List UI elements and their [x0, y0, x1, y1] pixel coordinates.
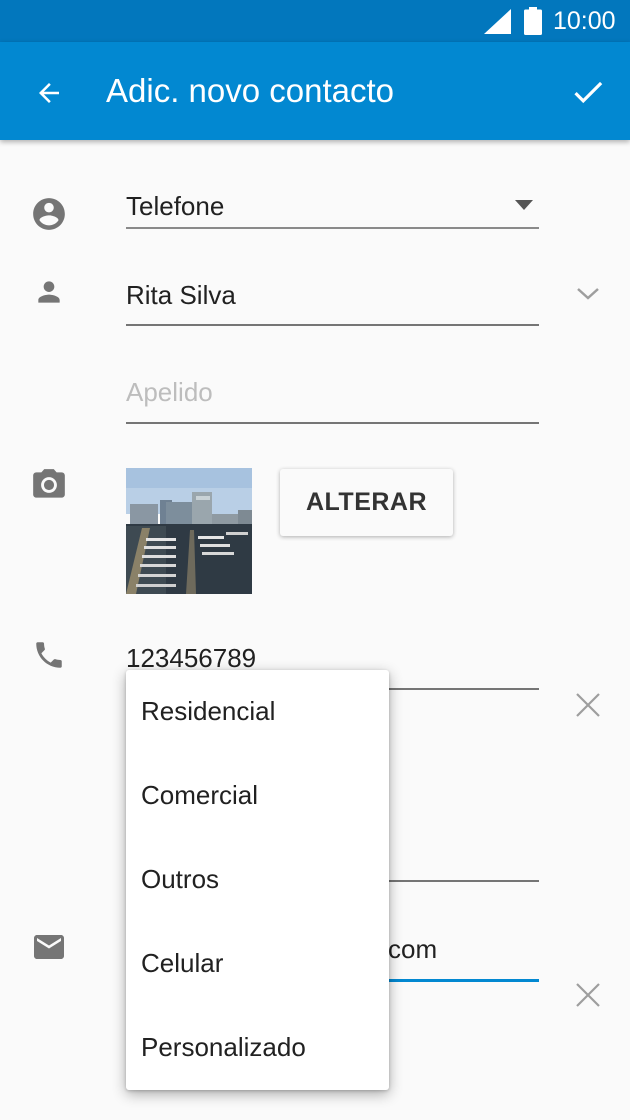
page-title: Adic. novo contacto: [106, 72, 395, 109]
surname-underline: [126, 422, 539, 424]
phone-icon: [36, 642, 62, 668]
account-circle-icon: [33, 198, 65, 230]
remove-email-button[interactable]: [568, 975, 608, 1015]
remove-phone-button[interactable]: [568, 685, 608, 725]
save-button[interactable]: [564, 68, 612, 116]
cell-signal-icon: [484, 9, 511, 34]
status-bar: 10:00: [0, 0, 630, 42]
account-selector[interactable]: Telefone: [126, 191, 224, 222]
harbor-photo: [126, 468, 252, 594]
menu-item-comercial[interactable]: Comercial: [126, 754, 389, 838]
close-icon: [576, 983, 600, 1007]
phone-type-menu: Residencial Comercial Outros Celular Per…: [126, 670, 389, 1090]
surname-field[interactable]: Apelido: [126, 377, 213, 408]
battery-icon: [524, 7, 542, 35]
contact-photo[interactable]: [126, 468, 252, 594]
change-photo-button[interactable]: ALTERAR: [280, 469, 453, 536]
expand-more-icon[interactable]: [576, 287, 600, 301]
arrow-back-icon: [39, 83, 59, 103]
menu-item-residencial[interactable]: Residencial: [126, 670, 389, 754]
menu-item-outros[interactable]: Outros: [126, 838, 389, 922]
close-icon: [576, 693, 600, 717]
email-icon: [34, 935, 64, 959]
name-field[interactable]: Rita Silva: [126, 280, 236, 311]
app-bar: Adic. novo contacto: [0, 42, 630, 140]
email-field[interactable]: com: [388, 934, 437, 965]
camera-icon: [33, 469, 65, 498]
back-button[interactable]: [26, 70, 72, 116]
status-time: 10:00: [553, 7, 616, 35]
name-underline: [126, 324, 539, 326]
menu-item-celular[interactable]: Celular: [126, 922, 389, 1006]
dropdown-arrow-icon[interactable]: [515, 200, 533, 210]
check-icon: [574, 81, 603, 104]
account-underline: [126, 227, 539, 229]
person-icon: [38, 281, 60, 303]
menu-item-personalizado[interactable]: Personalizado: [126, 1006, 389, 1090]
